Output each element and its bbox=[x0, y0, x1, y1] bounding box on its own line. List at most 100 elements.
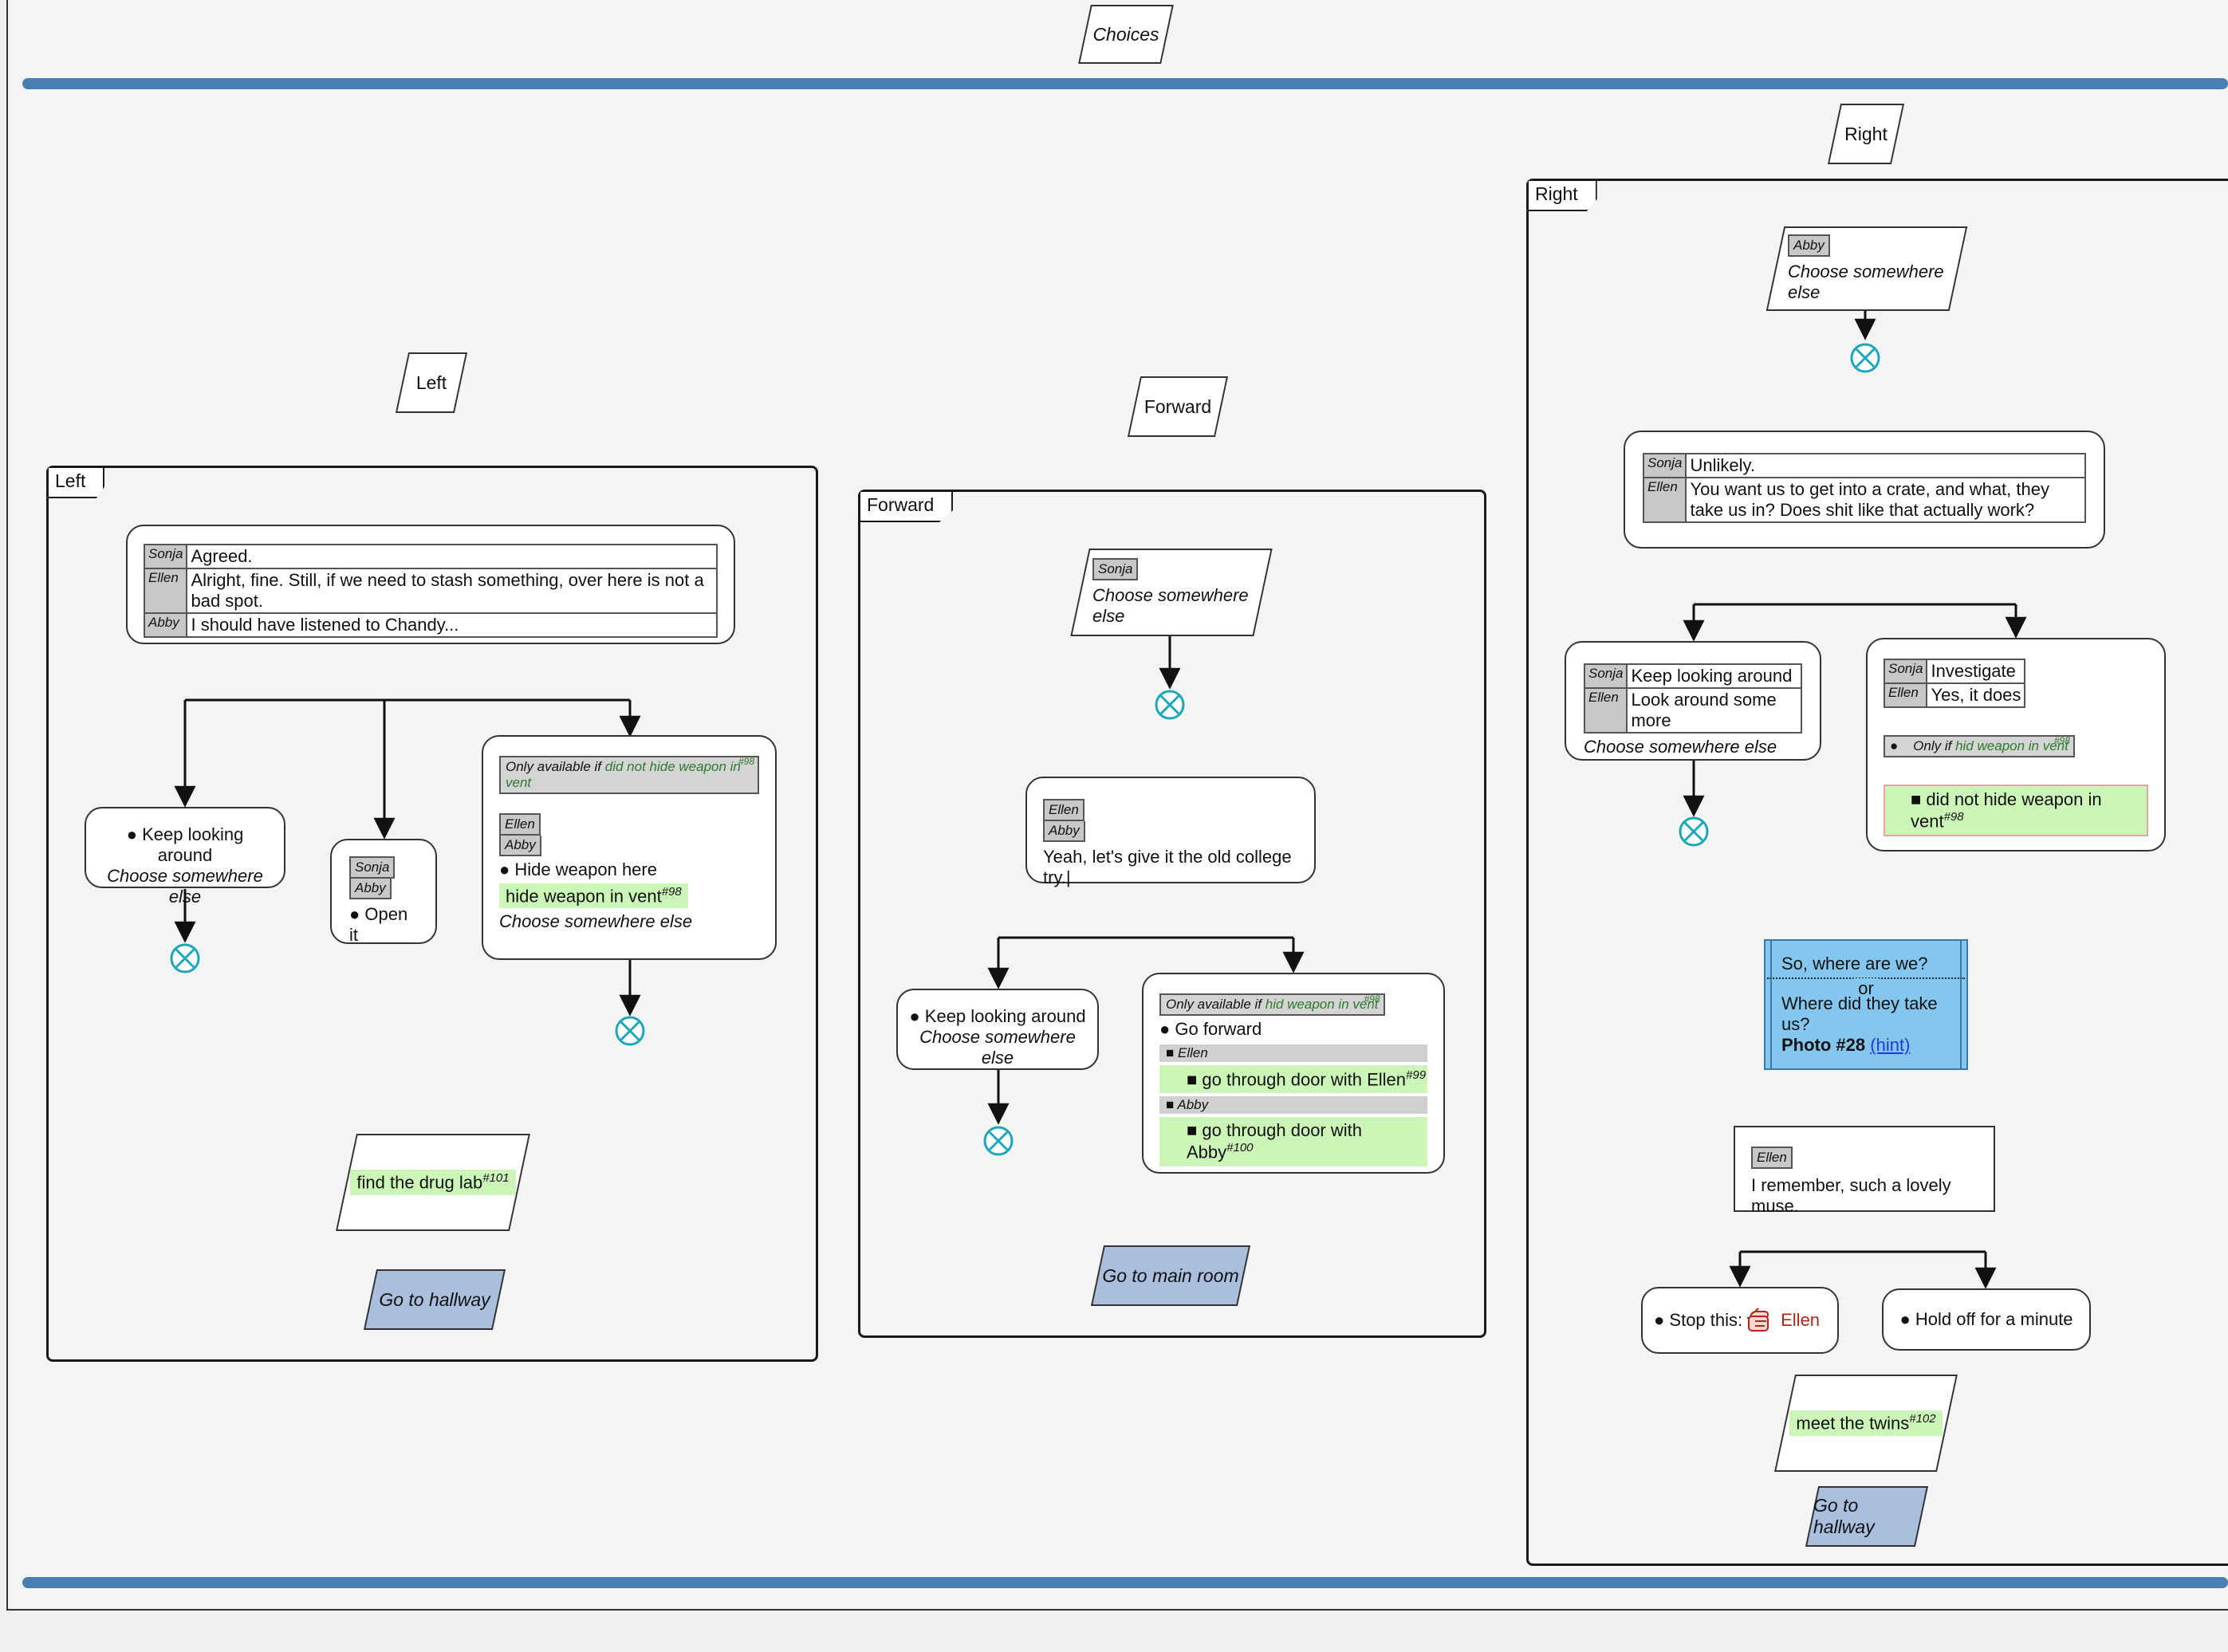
forward-frame-label: Forward bbox=[860, 492, 954, 522]
speaker-tag: Sonja bbox=[1092, 558, 1139, 580]
right-label-box: Right bbox=[1827, 104, 1905, 164]
bullet-icon: ● bbox=[909, 1006, 925, 1026]
goal-number: #101 bbox=[482, 1171, 510, 1186]
forward-option-go-forward[interactable]: Only available if hid weapon in vent #98… bbox=[1142, 973, 1445, 1174]
speaker-tag: Abby bbox=[1788, 234, 1830, 257]
flag-highlight: ■ did not hide weapon in vent#98 bbox=[1884, 785, 2148, 837]
speaker-tag: Sonja bbox=[143, 544, 188, 569]
note-photo: Photo #28 bbox=[1781, 1035, 1866, 1055]
choice-text: Hold off for a minute bbox=[1915, 1309, 2073, 1329]
forward-label: Forward bbox=[1144, 395, 1212, 417]
dialogue-line: You want us to get into a crate, and wha… bbox=[1685, 477, 2086, 523]
bullet-icon: ● bbox=[1159, 1019, 1175, 1039]
goal-number: #102 bbox=[1909, 1412, 1936, 1426]
dialogue-line: Agreed. bbox=[186, 544, 718, 569]
flag-number: #99 bbox=[1406, 1068, 1427, 1082]
speaker-tag: Sonja bbox=[349, 856, 396, 879]
speaker-tag: Abby bbox=[349, 879, 392, 899]
right-option-investigate[interactable]: Sonja Investigate Ellen Yes, it does ● Onl… bbox=[1866, 638, 2166, 852]
end-marker-icon bbox=[615, 1016, 645, 1046]
flag-highlight: find the drug lab#101 bbox=[350, 1170, 516, 1195]
end-marker-icon bbox=[1679, 816, 1709, 847]
option-subtext: Choose somewhere else bbox=[1584, 737, 1777, 757]
goto-label: Go to main room bbox=[1102, 1265, 1239, 1286]
flag-highlight: ■ go through door with Ellen#99 bbox=[1159, 1065, 1427, 1094]
choice-text: Stop this: bbox=[1669, 1310, 1743, 1330]
forward-start-box: Sonja Choose somewhere else bbox=[1070, 549, 1273, 636]
forward-goto-main-room[interactable]: Go to main room bbox=[1090, 1245, 1251, 1306]
bullet-icon: ● bbox=[349, 904, 365, 924]
start-text: Choose somewhere else bbox=[1788, 262, 1944, 302]
right-choice-stop-this[interactable]: ● Stop this: Ellen bbox=[1641, 1287, 1839, 1354]
option-row: Sonja Investigate bbox=[1883, 659, 2026, 684]
option-subtext: Choose somewhere else bbox=[499, 911, 693, 932]
condition-value: hid weapon in vent bbox=[1265, 997, 1379, 1012]
flag-text: hide weapon in vent bbox=[506, 886, 662, 907]
choice-speaker: Ellen bbox=[1781, 1310, 1821, 1330]
dialogue-line: Alright, fine. Still, if we need to stas… bbox=[186, 568, 718, 614]
left-option-hide-weapon[interactable]: Only available if did not hide weapon in… bbox=[482, 735, 777, 960]
left-option-keep-looking[interactable]: ● Keep looking around Choose somewhere e… bbox=[85, 807, 285, 907]
option-text: Look around some more bbox=[1626, 687, 1802, 734]
end-marker-icon bbox=[1155, 690, 1185, 720]
dialogue-row: Sonja Agreed. bbox=[143, 544, 718, 569]
dialogue-row: Sonja Unlikely. bbox=[1642, 453, 2086, 478]
flag-number: #98 bbox=[1943, 810, 1964, 824]
goto-label: Go to hallway bbox=[379, 1288, 490, 1310]
right-goto-hallway[interactable]: Go to hallway bbox=[1805, 1486, 1929, 1547]
right-option-keep-looking[interactable]: Sonja Keep looking around Ellen Look aroun… bbox=[1565, 641, 1821, 761]
option-text: Keep looking around bbox=[142, 824, 244, 865]
speaker-tag: Ellen bbox=[1883, 682, 1928, 708]
speaker-tag: Abby bbox=[1043, 821, 1085, 842]
left-label-box: Left bbox=[395, 352, 468, 413]
option-text: Keep looking around bbox=[924, 1006, 1086, 1026]
branch-bullet-icon: ■ bbox=[1166, 1045, 1178, 1060]
condition-bar: ● Only if hid weapon in vent #98 bbox=[1884, 735, 2075, 757]
note-edge-left bbox=[1770, 941, 1772, 1068]
left-goto-hallway[interactable]: Go to hallway bbox=[363, 1269, 506, 1330]
condition-value: hid weapon in vent bbox=[1955, 738, 2069, 753]
option-table: Sonja Investigate Ellen Yes, it does bbox=[1883, 659, 2026, 708]
branch-speaker: Abby bbox=[1177, 1097, 1209, 1113]
dialogue-row: Abby I should have listened to Chandy... bbox=[143, 612, 718, 638]
speaker-tag: Ellen bbox=[1751, 1147, 1793, 1169]
speaker-tag: Sonja bbox=[1642, 453, 1687, 478]
flag-number: #100 bbox=[1226, 1141, 1254, 1155]
right-note-box: So, where are we? or Where did they take… bbox=[1764, 939, 1968, 1070]
right-dialogue-box: Sonja Unlikely. Ellen You want us to get i… bbox=[1624, 431, 2105, 549]
condition-prefix: Only available if bbox=[1166, 997, 1262, 1012]
option-subtext: Choose somewhere else bbox=[107, 866, 263, 907]
dialogue-line: Yeah, let's give it the old college try.… bbox=[1043, 847, 1292, 887]
option-row: Sonja Keep looking around bbox=[1583, 663, 1802, 689]
left-label: Left bbox=[415, 372, 447, 393]
right-frame: Right bbox=[1526, 179, 2228, 1566]
option-text: Go forward bbox=[1175, 1019, 1262, 1039]
bullet-icon: ● bbox=[126, 824, 143, 844]
bullet-icon: ● bbox=[1899, 1309, 1915, 1329]
right-label: Right bbox=[1844, 123, 1888, 144]
branch-speaker: Ellen bbox=[1178, 1045, 1208, 1060]
hand-pointing-icon bbox=[1747, 1308, 1769, 1331]
speaker-tag: Abby bbox=[499, 836, 541, 856]
option-subtext: Choose somewhere else bbox=[919, 1027, 1076, 1068]
condition-number: #98 bbox=[1364, 993, 1380, 1005]
left-option-open-it[interactable]: Sonja Abby ● Open it bbox=[330, 839, 437, 945]
bullet-icon: ● bbox=[1890, 738, 1910, 753]
goal-text: meet the twins bbox=[1796, 1413, 1910, 1434]
dialogue-line: I remember, such a lovely muse. bbox=[1751, 1175, 1951, 1216]
start-text: Choose somewhere else bbox=[1092, 585, 1249, 626]
speaker-tag: Abby bbox=[143, 612, 188, 638]
flag-text: go through door with Ellen bbox=[1202, 1069, 1407, 1090]
speaker-tag: Sonja bbox=[1583, 663, 1628, 689]
flag-highlight: ■ go through door with Abby#100 bbox=[1159, 1117, 1427, 1166]
flag-highlight: meet the twins#102 bbox=[1789, 1410, 1943, 1436]
right-start-box: Abby Choose somewhere else bbox=[1765, 226, 1968, 311]
flag-text: go through door with Abby bbox=[1187, 1120, 1362, 1162]
dialogue-row: Ellen You want us to get into a crate, an… bbox=[1642, 477, 2086, 523]
goal-text: find the drug lab bbox=[356, 1172, 483, 1193]
speaker-tag: Sonja bbox=[1883, 659, 1928, 684]
bullet-icon: ■ bbox=[1187, 1120, 1203, 1141]
forward-option-keep-looking[interactable]: ● Keep looking around Choose somewhere e… bbox=[896, 989, 1099, 1070]
hint-link[interactable]: (hint) bbox=[1870, 1035, 1910, 1055]
right-choice-hold-off[interactable]: ● Hold off for a minute bbox=[1882, 1288, 2091, 1351]
